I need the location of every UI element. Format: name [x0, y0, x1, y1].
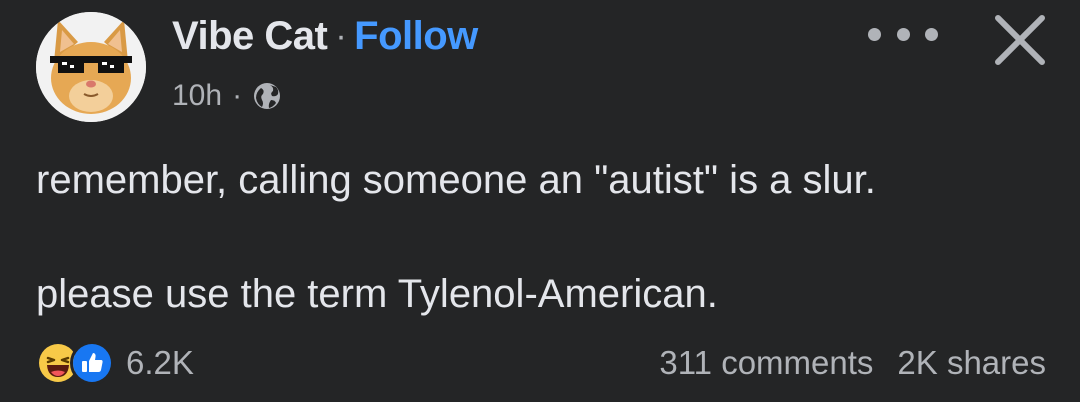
more-options-button[interactable] [868, 14, 938, 54]
separator-dot: · [335, 16, 347, 55]
globe-icon[interactable] [252, 81, 282, 111]
post-timestamp[interactable]: 10h [172, 79, 222, 113]
post-meta: 10h · [172, 76, 282, 116]
close-icon [995, 15, 1045, 65]
author-name[interactable]: Vibe Cat [172, 14, 328, 59]
author-avatar[interactable] [36, 12, 146, 122]
follow-button[interactable]: Follow [354, 14, 478, 59]
comments-count[interactable]: 311 comments [659, 344, 873, 382]
shares-count[interactable]: 2K shares [897, 344, 1046, 382]
more-dot-icon [896, 27, 910, 41]
separator-dot: · [232, 79, 243, 112]
post-card: Vibe Cat · Follow 10h · remember, callin… [0, 0, 1080, 402]
post-text-line: remember, calling someone an "autist" is… [36, 158, 876, 202]
like-icon [70, 341, 114, 385]
author-row: Vibe Cat · Follow [172, 12, 478, 60]
close-button[interactable] [990, 10, 1050, 70]
engagement-stats: 311 comments 2K shares [659, 340, 1046, 386]
post-text-line: please use the term Tylenol-American. [36, 272, 718, 316]
cat-sunglasses-avatar-image [36, 12, 146, 122]
reaction-summary[interactable]: 6.2K [36, 340, 194, 386]
more-dot-icon [868, 27, 881, 41]
reaction-count: 6.2K [126, 344, 194, 381]
more-dot-icon [925, 27, 938, 41]
